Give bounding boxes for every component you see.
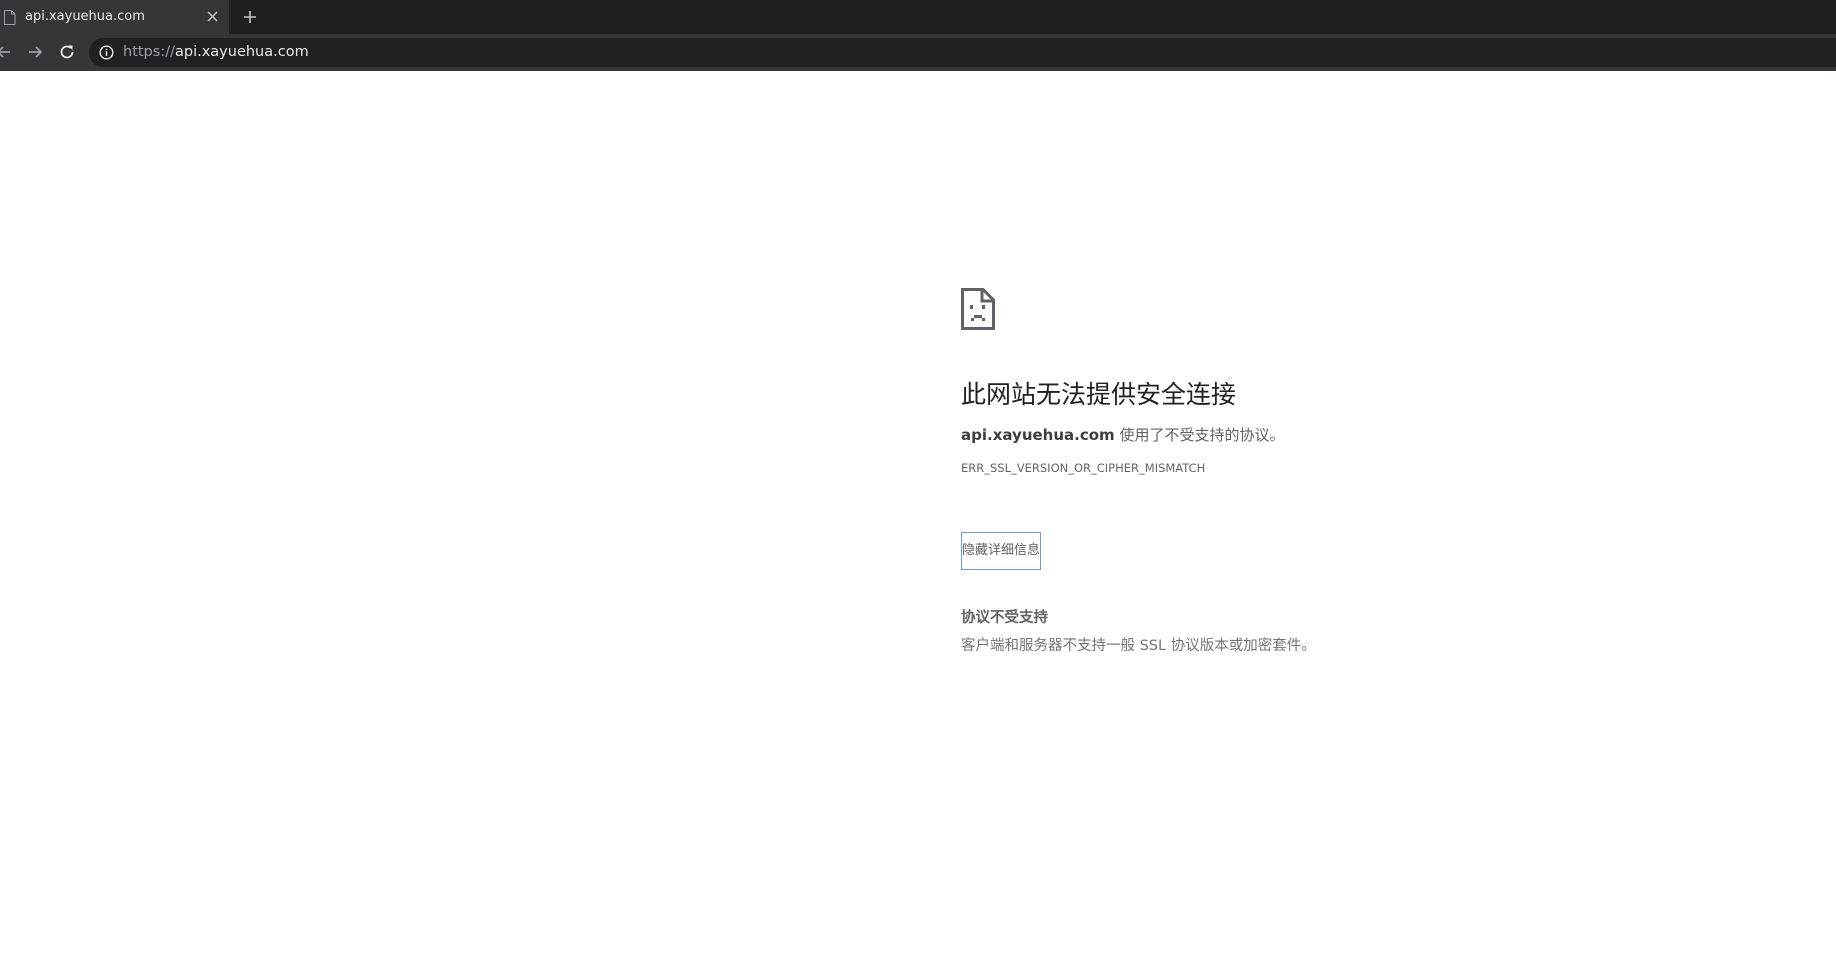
details-description: 客户端和服务器不支持一般 SSL 协议版本或加密套件。 bbox=[961, 638, 1316, 654]
tab-strip: api.xayuehua.com bbox=[0, 0, 1836, 34]
details-title: 协议不受支持 bbox=[961, 610, 1048, 626]
arrow-left-icon[interactable] bbox=[0, 42, 14, 62]
tab-title: api.xayuehua.com bbox=[25, 9, 145, 24]
error-code: ERR_SSL_VERSION_OR_CIPHER_MISMATCH bbox=[961, 461, 1206, 475]
info-icon[interactable] bbox=[99, 45, 114, 60]
browser-toolbar: https://api.xayuehua.com bbox=[0, 34, 1836, 71]
hide-details-button[interactable]: 隐藏详细信息 bbox=[961, 532, 1041, 570]
page-icon bbox=[4, 10, 16, 25]
reload-icon[interactable] bbox=[57, 42, 77, 62]
error-summary: api.xayuehua.com 使用了不受支持的协议。 bbox=[961, 424, 1284, 445]
error-domain: api.xayuehua.com bbox=[961, 426, 1115, 444]
close-icon[interactable] bbox=[206, 10, 219, 23]
url-host: api.xayuehua.com bbox=[174, 44, 309, 60]
page-title: 此网站无法提供安全连接 bbox=[961, 380, 1237, 409]
url-scheme: https:// bbox=[123, 44, 175, 60]
plus-icon[interactable] bbox=[242, 9, 258, 25]
sad-document-icon bbox=[961, 288, 995, 330]
address-bar[interactable]: https://api.xayuehua.com bbox=[89, 38, 1836, 67]
url-text: https://api.xayuehua.com bbox=[123, 44, 309, 60]
error-summary-text: 使用了不受支持的协议。 bbox=[1114, 426, 1285, 444]
browser-tab[interactable]: api.xayuehua.com bbox=[0, 0, 229, 34]
arrow-right-icon[interactable] bbox=[25, 42, 45, 62]
